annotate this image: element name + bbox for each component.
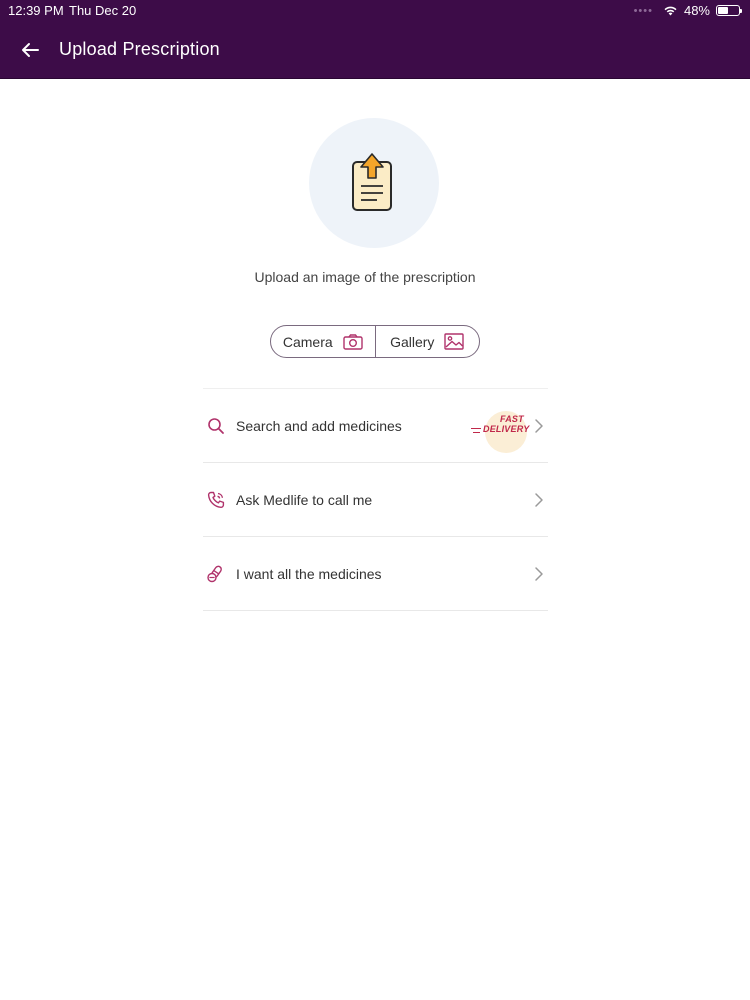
badge-fast: FAST <box>500 414 524 424</box>
options-list: Search and add medicines FAST DELIVERY A… <box>203 388 548 611</box>
upload-illustration <box>309 118 439 248</box>
chevron-right-icon <box>535 418 543 433</box>
app-header: 12:39 PM Thu Dec 20 •••• 48% Upload Pres… <box>0 0 750 79</box>
page-title: Upload Prescription <box>59 39 220 59</box>
gallery-button[interactable]: Gallery <box>374 326 480 357</box>
fast-delivery-badge: FAST DELIVERY <box>471 411 530 453</box>
search-icon <box>208 418 224 434</box>
signal-dots-icon: •••• <box>633 4 653 17</box>
battery-percent: 48% <box>683 3 710 18</box>
status-time: 12:39 PM <box>8 3 64 18</box>
chevron-right-icon <box>535 492 543 507</box>
gallery-label: Gallery <box>390 333 435 350</box>
gallery-icon <box>444 333 465 350</box>
arrow-left-icon <box>22 43 39 57</box>
back-button[interactable] <box>16 36 44 64</box>
camera-button[interactable]: Camera <box>271 326 375 357</box>
phone-icon <box>207 491 225 508</box>
status-bar: 12:39 PM Thu Dec 20 •••• 48% <box>0 0 750 20</box>
all-medicines-option[interactable]: I want all the medicines <box>203 537 548 611</box>
badge-delivery: DELIVERY <box>483 424 530 434</box>
call-me-option[interactable]: Ask Medlife to call me <box>203 463 548 537</box>
pills-icon <box>207 565 222 583</box>
option-label: Ask Medlife to call me <box>236 491 373 508</box>
status-indicators: •••• 48% <box>633 3 742 18</box>
camera-label: Camera <box>282 333 333 350</box>
wifi-icon <box>664 6 677 16</box>
upload-caption: Upload an image of the prescription <box>254 269 476 285</box>
search-medicines-option[interactable]: Search and add medicines FAST DELIVERY <box>203 389 548 463</box>
status-date: Thu Dec 20 <box>69 3 137 18</box>
image-source-toggle: Camera Gallery <box>270 325 480 358</box>
option-label: I want all the medicines <box>236 565 382 582</box>
camera-icon <box>342 333 363 350</box>
option-label: Search and add medicines <box>236 417 402 434</box>
battery-icon <box>716 5 742 16</box>
chevron-right-icon <box>535 566 543 581</box>
prescription-upload-icon <box>352 153 392 211</box>
